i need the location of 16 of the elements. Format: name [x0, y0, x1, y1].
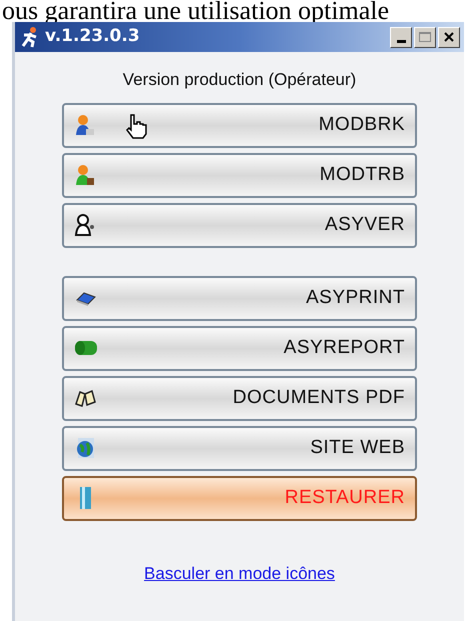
close-icon — [444, 32, 454, 42]
window-title: v.1.23.0.3 — [45, 25, 140, 48]
app-button[interactable]: ASYREPORT — [62, 326, 417, 370]
app-button[interactable]: ASYPRINT — [62, 276, 417, 320]
background-text: ous garantira une utilisation optimale — [1, 0, 390, 22]
version-label: Version production (Opérateur) — [122, 69, 356, 91]
maximize-button[interactable] — [414, 26, 436, 48]
app-button[interactable]: ASYVER — [62, 202, 417, 248]
close-button[interactable] — [438, 26, 460, 48]
app-button[interactable]: DOCUMENTS PDF — [62, 376, 417, 420]
app-button[interactable]: MODTRB — [62, 152, 417, 198]
minimize-button[interactable] — [390, 26, 412, 48]
app-button[interactable]: SITE WEB — [62, 426, 417, 470]
switch-mode-link[interactable]: Basculer en mode icônes — [144, 560, 335, 586]
hand-pointer-icon — [124, 112, 150, 138]
app-button[interactable]: MODBRK — [62, 102, 417, 148]
